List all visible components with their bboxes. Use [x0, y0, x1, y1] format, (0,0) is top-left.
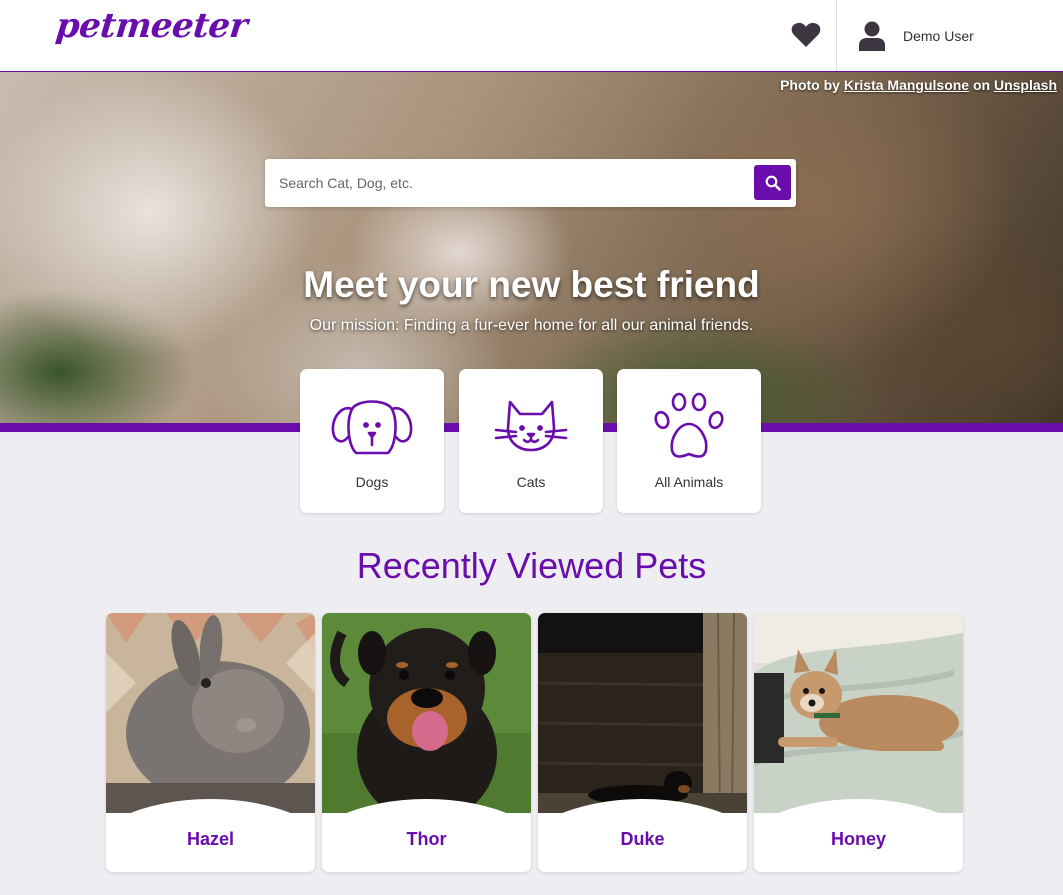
dog-icon: [300, 393, 444, 459]
pet-photo: [106, 613, 315, 813]
hero-title: Meet your new best friend: [303, 264, 760, 305]
pet-photo: [322, 613, 531, 813]
cat-icon: [459, 393, 603, 459]
heart-icon: [791, 22, 821, 47]
search-button[interactable]: [754, 165, 791, 200]
credit-author-link[interactable]: Krista Mangulsone: [844, 77, 969, 93]
site-header: petmeeter Demo User: [0, 0, 1063, 72]
pet-card-honey[interactable]: Honey: [754, 613, 963, 872]
pet-photo: [754, 613, 963, 813]
credit-prefix: Photo by: [780, 77, 844, 93]
user-menu[interactable]: Demo User: [836, 0, 1063, 71]
petmeeter-logo[interactable]: petmeeter: [54, 6, 249, 46]
pet-card-hazel[interactable]: Hazel: [106, 613, 315, 872]
category-dogs[interactable]: Dogs: [300, 369, 444, 513]
user-icon: [857, 20, 887, 52]
paw-icon: [617, 392, 761, 459]
pet-name: Hazel: [186, 829, 235, 849]
category-all-animals[interactable]: All Animals: [617, 369, 761, 513]
category-cats[interactable]: Cats: [459, 369, 603, 513]
pet-card-thor[interactable]: Thor: [322, 613, 531, 872]
category-label: Dogs: [355, 474, 389, 490]
hero-subtitle: Our mission: Finding a fur-ever home for…: [309, 317, 754, 334]
recently-viewed-title: Recently Viewed Pets: [356, 545, 707, 586]
pet-card-duke[interactable]: Duke: [538, 613, 747, 872]
favorites-button[interactable]: [786, 16, 826, 54]
credit-mid: on: [969, 77, 994, 93]
search-box: [265, 159, 796, 207]
pet-name: Thor: [406, 829, 447, 849]
pet-name: Duke: [620, 829, 665, 849]
pet-name: Honey: [830, 829, 886, 849]
photo-credit: Photo by Krista Mangulsone on Unsplash: [780, 77, 1057, 93]
credit-site-link[interactable]: Unsplash: [994, 77, 1057, 93]
category-label: All Animals: [654, 474, 724, 490]
search-icon: [765, 175, 781, 191]
search-input[interactable]: [265, 159, 745, 207]
category-label: Cats: [516, 474, 546, 490]
pet-photo: [538, 613, 747, 813]
user-name: Demo User: [903, 27, 974, 44]
